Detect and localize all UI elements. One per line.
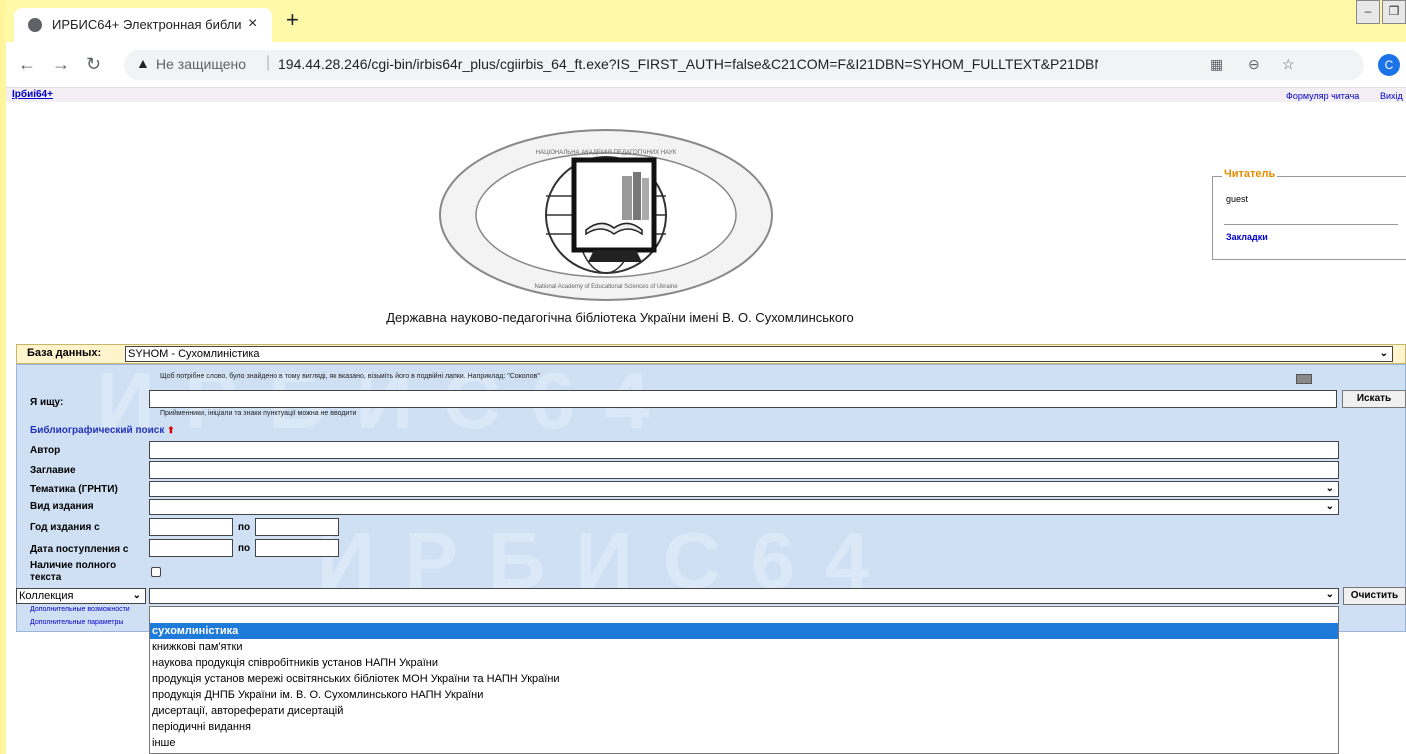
dropdown-option[interactable]: сухомлиністика: [150, 623, 1338, 639]
window-controls: – ❐: [1354, 0, 1406, 24]
chevron-down-icon: ⌄: [1325, 501, 1334, 512]
fulltext-label-line2: текста: [30, 572, 62, 583]
year-to-input[interactable]: [255, 518, 339, 536]
receipt-date-label: Дата поступления с: [30, 544, 129, 555]
bibliographic-search-label: Библиографический поиск: [30, 425, 165, 436]
collection-value-select[interactable]: ⌄: [149, 588, 1339, 604]
irbis-home-link[interactable]: Ірбиі64+: [12, 89, 53, 100]
receipt-date-to-input[interactable]: [255, 539, 339, 557]
browser-tab[interactable]: ИРБИС64+ Электронная библи ×: [14, 8, 272, 42]
reload-icon[interactable]: ↻: [86, 54, 101, 75]
svg-text:National Academy of Educationa: National Academy of Educational Sciences…: [534, 284, 678, 290]
fulltext-label: Наличие полного: [30, 560, 117, 571]
star-icon[interactable]: ☆: [1282, 56, 1295, 73]
receipt-date-to-label: по: [238, 543, 251, 554]
clear-button[interactable]: Очистить: [1343, 587, 1406, 605]
dropdown-option[interactable]: наукова продукція співробітників установ…: [150, 655, 1338, 671]
chevron-down-icon: ⌄: [1325, 589, 1334, 600]
dropdown-option[interactable]: продукція установ мережі освітянських бі…: [150, 671, 1338, 687]
reader-panel: [1212, 176, 1406, 260]
author-input[interactable]: [149, 441, 1339, 459]
database-select[interactable]: SYHOM - Сухомлиністика ⌄: [125, 346, 1393, 362]
extra-features-link[interactable]: Дополнительные возможности: [30, 606, 130, 613]
dropdown-option[interactable]: інше: [150, 735, 1338, 751]
globe-icon: [28, 18, 42, 32]
profile-avatar[interactable]: C: [1378, 54, 1400, 76]
bookmarks-link[interactable]: Закладки: [1226, 232, 1268, 242]
omnibox[interactable]: ▲ Не защищено | 194.44.28.246/cgi-bin/ir…: [124, 50, 1364, 80]
top-nav-strip: [6, 88, 1406, 102]
database-label: База данных:: [27, 347, 102, 359]
address-bar: ← → ↻ ▲ Не защищено | 194.44.28.246/cgi-…: [0, 42, 1406, 88]
year-to-label: по: [238, 522, 251, 533]
reader-legend: Читатель: [1222, 168, 1278, 180]
year-from-input[interactable]: [149, 518, 233, 536]
database-row: База данных: SYHOM - Сухомлиністика ⌄: [16, 344, 1406, 364]
back-icon[interactable]: ←: [18, 54, 36, 75]
extra-params-link[interactable]: Дополнительные параметры: [30, 619, 123, 626]
url-text[interactable]: 194.44.28.246/cgi-bin/irbis64r_plus/cgii…: [278, 56, 1098, 72]
zoom-icon[interactable]: ⊖: [1248, 56, 1260, 73]
edition-type-select[interactable]: ⌄: [149, 499, 1339, 515]
keyboard-icon[interactable]: [1296, 374, 1312, 384]
forward-icon[interactable]: →: [52, 54, 70, 75]
search-input[interactable]: [149, 390, 1337, 408]
dropdown-option[interactable]: продукція ДНПБ України ім. В. О. Сухомли…: [150, 687, 1338, 703]
restore-icon[interactable]: ❐: [1382, 0, 1406, 24]
browser-tab-bar: ИРБИС64+ Электронная библи × + – ❐: [0, 0, 1406, 42]
dropdown-option-empty[interactable]: [150, 607, 1338, 623]
i-search-label: Я ищу:: [30, 397, 64, 408]
database-value: SYHOM - Сухомлиністика: [128, 348, 260, 360]
collection-dropdown: сухомлиністика книжкові пам'ятки наукова…: [149, 606, 1339, 754]
arrow-up-icon: ⬆: [167, 425, 175, 435]
search-hint-prepositions: Прийменники, ініціали та знаки пунктуаці…: [160, 410, 357, 417]
library-logo: НАЦІОНАЛЬНА АКАДЕМІЯ ПЕДАГОГІЧНИХ НАУК N…: [439, 129, 773, 301]
search-hint-quotes: Щоб потрібне слово, було знайдено в тому…: [160, 373, 540, 380]
bibliographic-search-toggle[interactable]: Библиографический поиск ⬆: [30, 425, 175, 436]
chevron-down-icon: ⌄: [1379, 348, 1388, 359]
dropdown-option[interactable]: періодичні видання: [150, 719, 1338, 735]
fulltext-checkbox[interactable]: [151, 567, 161, 577]
frame-border: [0, 0, 6, 754]
reader-username: guest: [1226, 194, 1249, 204]
chevron-down-icon: ⌄: [1325, 483, 1334, 494]
warning-icon[interactable]: ▲: [136, 55, 150, 71]
dropdown-option[interactable]: дисертації, автореферати дисертацій: [150, 703, 1338, 719]
chevron-down-icon: ⌄: [132, 590, 141, 601]
svg-text:НАЦІОНАЛЬНА АКАДЕМІЯ ПЕДАГОГІЧ: НАЦІОНАЛЬНА АКАДЕМІЯ ПЕДАГОГІЧНИХ НАУК: [536, 150, 677, 156]
new-tab-button[interactable]: +: [286, 9, 299, 31]
collection-type-value: Коллекция: [19, 590, 74, 602]
title-label: Заглавие: [30, 465, 76, 476]
close-tab-icon[interactable]: ×: [248, 15, 257, 33]
collection-type-select[interactable]: Коллекция ⌄: [16, 588, 146, 604]
dropdown-option[interactable]: книжкові пам'ятки: [150, 639, 1338, 655]
subject-select[interactable]: ⌄: [149, 481, 1339, 497]
edition-type-label: Вид издания: [30, 501, 94, 512]
year-from-label: Год издания с: [30, 522, 100, 533]
translate-icon[interactable]: ▦: [1210, 56, 1223, 73]
tab-title: ИРБИС64+ Электронная библи: [52, 17, 242, 32]
minimize-icon[interactable]: –: [1356, 0, 1380, 24]
library-name: Державна науково-педагогічна бібліотека …: [386, 310, 854, 325]
reader-form-link[interactable]: Формуляр читача: [1286, 91, 1359, 101]
author-label: Автор: [30, 445, 61, 456]
url-separator: |: [266, 54, 271, 71]
search-button[interactable]: Искать: [1342, 390, 1406, 408]
title-input[interactable]: [149, 461, 1339, 479]
subject-label: Тематика (ГРНТИ): [30, 484, 118, 495]
receipt-date-from-input[interactable]: [149, 539, 233, 557]
reader-divider: [1224, 224, 1398, 225]
insecure-label[interactable]: Не защищено: [156, 56, 246, 72]
exit-link[interactable]: Вихід: [1380, 91, 1403, 101]
